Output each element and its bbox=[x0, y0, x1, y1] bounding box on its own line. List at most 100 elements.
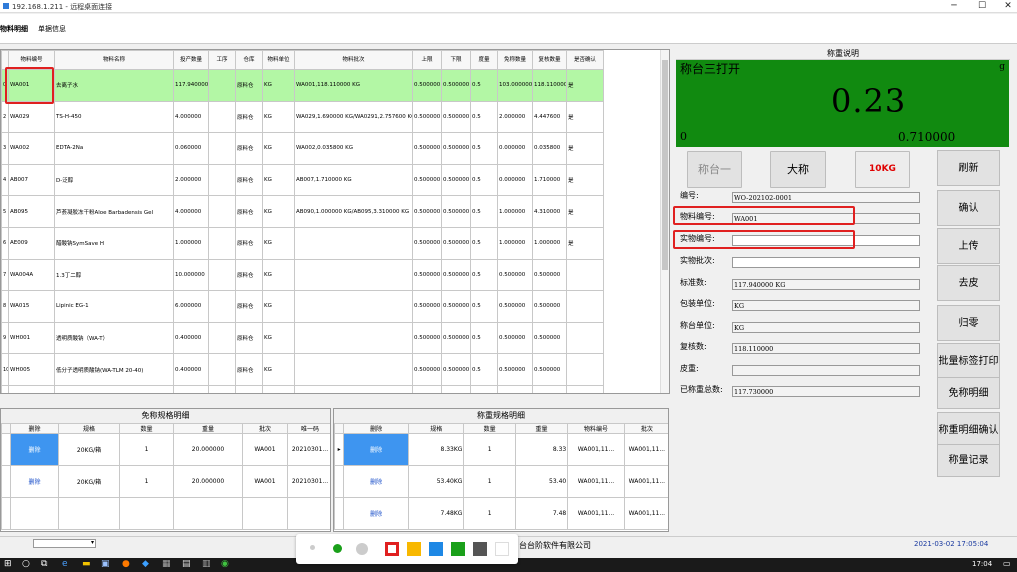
measure-cell[interactable]: 0.5 bbox=[470, 69, 498, 102]
batch-cell[interactable] bbox=[294, 226, 413, 260]
unit-cell[interactable]: KG bbox=[262, 321, 295, 355]
col-header[interactable]: 复核数量 bbox=[532, 50, 567, 70]
table-row[interactable]: 删除 20KG/箱 1 20.000000 WA001 20210301... bbox=[1, 433, 330, 466]
col-header[interactable]: 仓库 bbox=[235, 50, 263, 70]
qty-cell[interactable]: 1.000000 bbox=[173, 226, 209, 260]
app-icon[interactable]: ▥ bbox=[202, 559, 211, 569]
code-cell[interactable]: WH005 bbox=[8, 353, 55, 386]
code-cell[interactable]: WA002 bbox=[8, 132, 55, 165]
confirmed-cell[interactable] bbox=[566, 258, 604, 292]
qty-cell[interactable]: 117.940000 bbox=[173, 69, 209, 102]
name-cell[interactable]: 醋酸钠SymSave H bbox=[54, 226, 174, 260]
lower-cell[interactable]: 0.500000 bbox=[441, 226, 471, 260]
big-scale-button[interactable]: 大称 bbox=[770, 151, 826, 188]
confirmed-cell[interactable] bbox=[566, 290, 604, 323]
name-cell[interactable]: Lipinic EG-1 bbox=[54, 290, 174, 323]
free-qty-cell[interactable]: 103.000000 bbox=[497, 69, 533, 102]
qty-cell[interactable]: 6.000000 bbox=[173, 290, 209, 323]
warehouse-cell[interactable]: 原料仓 bbox=[235, 290, 263, 323]
unit-cell[interactable]: KG bbox=[262, 258, 295, 292]
name-cell[interactable]: 低分子透明质酸钠(WA-TLM 20-40) bbox=[54, 353, 174, 386]
color-gray-swatch[interactable] bbox=[473, 542, 487, 556]
col-header[interactable]: 物料单位 bbox=[262, 50, 295, 70]
col-header[interactable]: 上限 bbox=[412, 50, 442, 70]
free-qty-cell[interactable]: 1.000000 bbox=[497, 226, 533, 260]
zero-button[interactable]: 归零 bbox=[937, 305, 1000, 341]
search-icon[interactable]: ○ bbox=[22, 559, 30, 569]
col-header[interactable]: 物料名称 bbox=[54, 50, 174, 70]
lower-cell[interactable]: 0.500000 bbox=[441, 195, 471, 228]
measure-cell[interactable]: 0.5 bbox=[470, 195, 498, 228]
delete-cell[interactable]: 删除 bbox=[343, 433, 409, 466]
standard-qty-field[interactable]: 117.940000 KG bbox=[732, 279, 920, 290]
unit-cell[interactable]: KG bbox=[262, 226, 295, 260]
delete-cell[interactable]: 删除 bbox=[10, 465, 59, 498]
review-qty-cell[interactable]: 1.710000 bbox=[532, 163, 567, 197]
color-green-swatch[interactable] bbox=[451, 542, 465, 556]
confirmed-cell[interactable]: 是 bbox=[566, 132, 604, 165]
unit-cell[interactable]: KG bbox=[262, 132, 295, 165]
review-qty-cell[interactable]: 1.000000 bbox=[532, 226, 567, 260]
review-qty-field[interactable]: 118.110000 bbox=[732, 343, 920, 354]
warehouse-cell[interactable]: 原料仓 bbox=[235, 353, 263, 386]
name-cell[interactable]: TS-H-450 bbox=[54, 100, 174, 134]
upper-cell[interactable]: 0.500000 bbox=[412, 69, 442, 102]
review-qty-cell[interactable]: 4.310000 bbox=[532, 195, 567, 228]
upper-cell[interactable]: 0.500000 bbox=[412, 290, 442, 323]
lower-cell[interactable]: 0.500000 bbox=[441, 258, 471, 292]
free-qty-cell[interactable]: 0.000000 bbox=[497, 132, 533, 165]
status-dropdown[interactable]: ▾ bbox=[33, 539, 96, 548]
delete-cell[interactable]: 删除 bbox=[343, 465, 409, 498]
lower-cell[interactable]: 0.500000 bbox=[441, 163, 471, 197]
free-detail-button[interactable]: 免称明细 bbox=[937, 377, 1000, 409]
qty-cell[interactable]: 0.400000 bbox=[173, 321, 209, 355]
batch-cell[interactable] bbox=[294, 353, 413, 386]
unit-cell[interactable]: KG bbox=[262, 163, 295, 197]
upper-cell[interactable]: 0.500000 bbox=[412, 226, 442, 260]
qty-cell[interactable]: 0.060000 bbox=[173, 132, 209, 165]
batch-cell[interactable] bbox=[294, 258, 413, 292]
tab-material-detail[interactable]: 物料明细 bbox=[0, 24, 28, 34]
col-header[interactable]: 投产数量 bbox=[173, 50, 209, 70]
warehouse-cell[interactable]: 原料仓 bbox=[235, 69, 263, 102]
table-row[interactable]: 8 WA015 Lipinic EG-1 6.000000 原料仓 KG 0.500000 0… bbox=[1, 290, 604, 323]
batch-cell[interactable]: AB090,1.000000 KG/AB095,3.310000 KG bbox=[294, 195, 413, 228]
minimize-button[interactable]: ─ bbox=[940, 0, 968, 13]
measure-cell[interactable]: 0.5 bbox=[470, 132, 498, 165]
batch-cell[interactable]: AB007,1.710000 KG bbox=[294, 163, 413, 197]
small-dot-brush-icon[interactable] bbox=[310, 545, 315, 550]
unit-cell[interactable]: KG bbox=[262, 100, 295, 134]
process-cell[interactable] bbox=[208, 69, 236, 102]
app-icon[interactable]: ▦ bbox=[162, 559, 171, 569]
table-row[interactable]: 删除 20KG/箱 1 20.000000 WA001 20210301... bbox=[1, 465, 330, 498]
weigh-confirm-button[interactable]: 称重明细确认 bbox=[937, 412, 1000, 448]
qty-cell[interactable]: 4.000000 bbox=[173, 195, 209, 228]
process-cell[interactable] bbox=[208, 163, 236, 197]
close-button[interactable]: ✕ bbox=[994, 0, 1017, 13]
warehouse-cell[interactable]: 原料仓 bbox=[235, 195, 263, 228]
confirmed-cell[interactable]: 是 bbox=[566, 195, 604, 228]
name-cell[interactable]: EDTA-2Na bbox=[54, 132, 174, 165]
review-qty-cell[interactable]: 0.035800 bbox=[532, 132, 567, 165]
warehouse-cell[interactable]: 原料仓 bbox=[235, 226, 263, 260]
col-header[interactable]: 度量 bbox=[470, 50, 498, 70]
code-cell[interactable]: WA029 bbox=[8, 100, 55, 134]
free-qty-cell[interactable]: 0.500000 bbox=[497, 290, 533, 323]
lower-cell[interactable]: 0.500000 bbox=[441, 100, 471, 134]
maximize-button[interactable]: ☐ bbox=[968, 0, 996, 13]
app-icon[interactable]: ▣ bbox=[101, 559, 110, 569]
unit-cell[interactable]: KG bbox=[262, 195, 295, 228]
free-qty-cell[interactable]: 0.500000 bbox=[497, 353, 533, 386]
folder-icon[interactable]: ▬ bbox=[82, 559, 91, 569]
warehouse-cell[interactable]: 原料仓 bbox=[235, 163, 263, 197]
process-cell[interactable] bbox=[208, 353, 236, 386]
warehouse-cell[interactable]: 原料仓 bbox=[235, 100, 263, 134]
batch-cell[interactable] bbox=[294, 290, 413, 323]
code-cell[interactable]: AE009 bbox=[8, 226, 55, 260]
table-row[interactable]: 6 AE009 醋酸钠SymSave H 1.000000 原料仓 KG 0.500000 0… bbox=[1, 226, 604, 260]
table-row[interactable]: 删除 53.40KG 1 53.40 WA001,11... WA001,11.… bbox=[334, 465, 668, 498]
review-qty-cell[interactable]: 0.500000 bbox=[532, 258, 567, 292]
col-header[interactable]: 工序 bbox=[208, 50, 236, 70]
table-row[interactable]: 5 AB095 芦荟凝胶冻干粉Aloe Barbadensis Gel 4.00000… bbox=[1, 195, 604, 228]
code-cell[interactable]: WA015 bbox=[8, 290, 55, 323]
